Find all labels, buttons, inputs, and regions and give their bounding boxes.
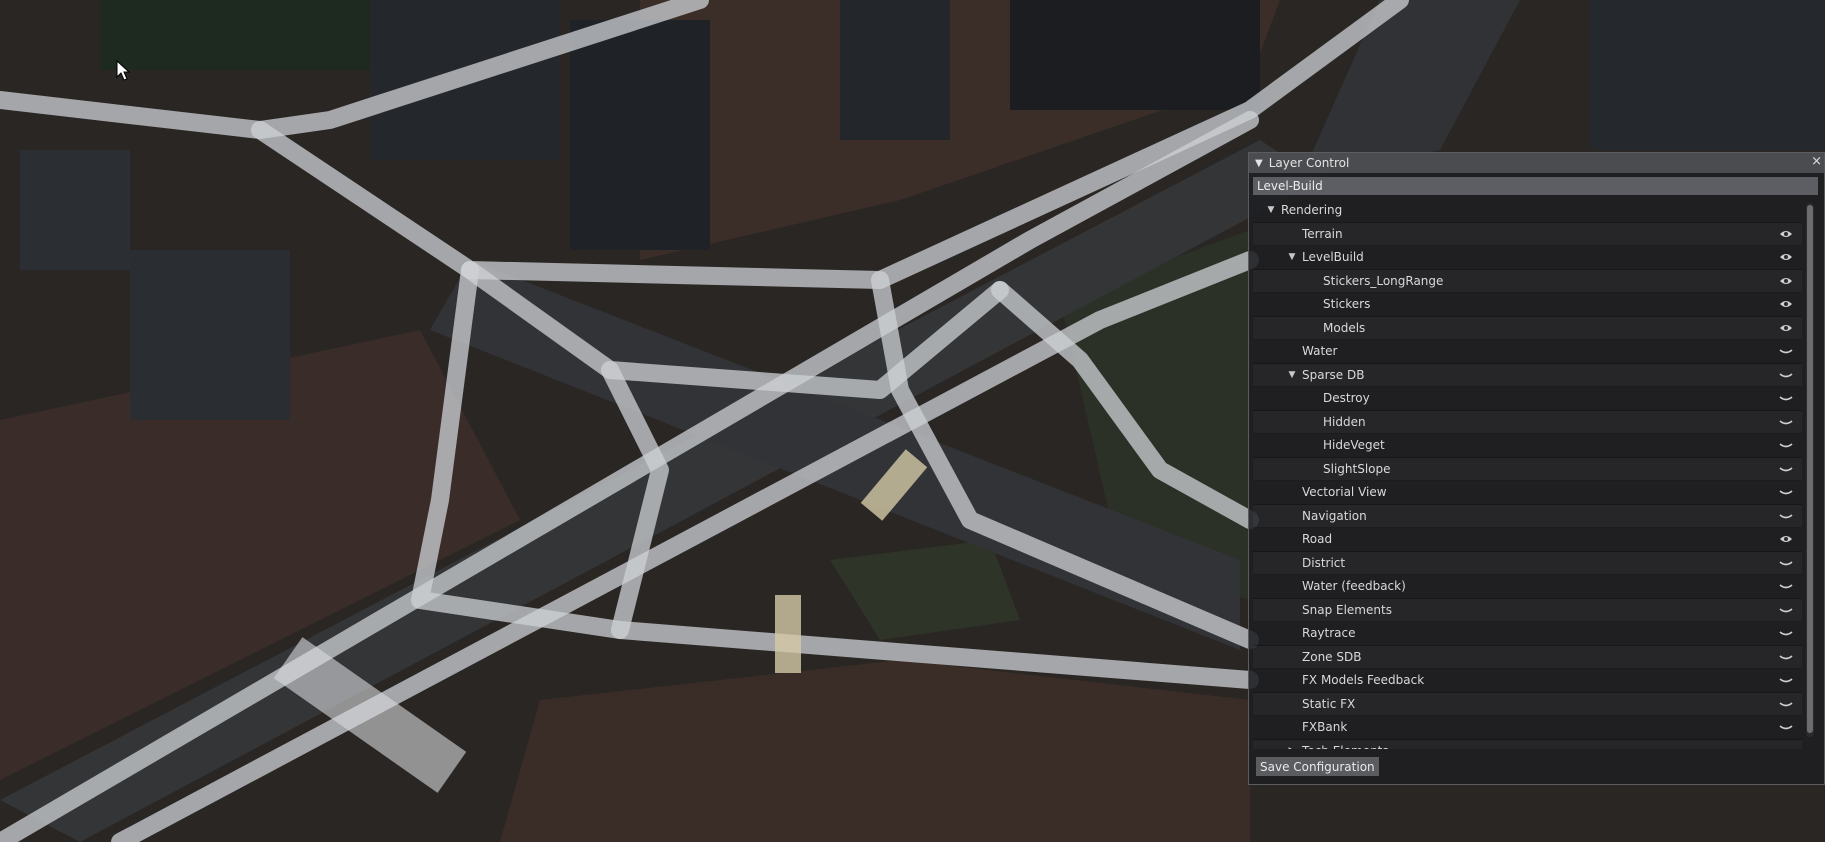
eye-closed-icon[interactable] [1778,745,1794,749]
building [570,20,710,250]
layer-tree-scrollbar[interactable] [1806,203,1814,737]
eye-closed-icon[interactable] [1778,580,1794,592]
eye-open-icon[interactable] [1778,275,1794,287]
layer-label: Sparse DB [1302,367,1365,382]
eye-open-icon[interactable] [1778,251,1794,263]
layer-row-static-fx[interactable]: Static FX [1253,693,1802,716]
layer-row-snap-elements[interactable]: Snap Elements [1253,599,1802,622]
layer-label: Stickers_LongRange [1323,273,1444,288]
panel-title: Layer Control [1268,156,1350,170]
layer-label: Water [1302,344,1338,359]
layer-label: Snap Elements [1302,602,1392,617]
layer-row-vectorial-view[interactable]: Vectorial View [1253,481,1802,505]
save-configuration-button[interactable]: Save Configuration [1256,757,1379,776]
eye-closed-icon[interactable] [1778,416,1794,428]
level-name: Level-Build [1257,179,1323,193]
scrollbar-thumb[interactable] [1807,205,1813,733]
eye-closed-icon[interactable] [1778,674,1794,686]
layer-label: Road [1302,532,1333,547]
layer-row-slightslope[interactable]: SlightSlope [1253,458,1802,481]
tree-cluster [100,0,370,70]
eye-closed-icon[interactable] [1778,439,1794,451]
eye-closed-icon[interactable] [1778,651,1794,663]
mouse-cursor-icon [116,60,131,81]
layer-row-hidden[interactable]: Hidden [1253,411,1802,434]
layer-row-district[interactable]: District [1253,552,1802,575]
layer-row-sparse-db[interactable]: ▼ Sparse DB [1253,364,1802,387]
layer-row-tech-elements[interactable]: ▶ Tech Elements [1253,740,1802,749]
layer-label: FXBank [1302,720,1348,735]
layer-label: Zone SDB [1302,649,1362,664]
layer-label: Stickers [1323,297,1371,312]
building [20,150,130,270]
expanded-arrow-icon[interactable]: ▼ [1286,370,1298,380]
layer-row-terrain[interactable]: Terrain [1253,223,1802,246]
eye-closed-icon[interactable] [1778,698,1794,710]
layer-row-fx-models-feedback[interactable]: FX Models Feedback [1253,669,1802,693]
layer-label: Terrain [1302,226,1343,241]
layer-row-hideveget[interactable]: HideVeget [1253,434,1802,458]
eye-open-icon[interactable] [1778,322,1794,334]
eye-open-icon[interactable] [1778,298,1794,310]
layer-label: Raytrace [1302,626,1356,641]
layer-row-zone-sdb[interactable]: Zone SDB [1253,646,1802,669]
eye-closed-icon[interactable] [1778,557,1794,569]
building [1590,0,1825,150]
layer-row-raytrace[interactable]: Raytrace [1253,622,1802,646]
close-icon[interactable]: × [1811,154,1822,169]
layer-label: Vectorial View [1302,485,1387,500]
level-selector[interactable]: Level-Build [1253,177,1818,195]
eye-closed-icon[interactable] [1778,510,1794,522]
layer-row-rendering[interactable]: ▼ Rendering [1253,199,1802,223]
layer-row-stickers-longrange[interactable]: Stickers_LongRange [1253,270,1802,293]
layer-row-levelbuild[interactable]: ▼ LevelBuild [1253,246,1802,270]
layer-label: Tech Elements [1302,744,1389,749]
layer-row-destroy[interactable]: Destroy [1253,387,1802,411]
eye-closed-icon[interactable] [1778,392,1794,404]
layer-label: Models [1323,320,1366,335]
eye-open-icon[interactable] [1778,533,1794,545]
layer-label: Static FX [1302,696,1356,711]
expanded-arrow-icon[interactable]: ▼ [1265,205,1277,215]
eye-closed-icon[interactable] [1778,369,1794,381]
building [1010,0,1260,110]
layer-label: Destroy [1323,391,1370,406]
collapsed-arrow-icon[interactable]: ▶ [1286,746,1298,749]
layer-label: Water (feedback) [1302,579,1406,594]
layer-row-navigation[interactable]: Navigation [1253,505,1802,528]
layer-row-fxbank[interactable]: FXBank [1253,716,1802,740]
eye-closed-icon[interactable] [1778,345,1794,357]
layer-label: FX Models Feedback [1302,673,1425,688]
layer-row-water[interactable]: Water [1253,340,1802,364]
eye-open-icon[interactable] [1778,228,1794,240]
layer-label: Hidden [1323,414,1366,429]
expanded-arrow-icon[interactable]: ▼ [1286,252,1298,262]
layer-label: HideVeget [1323,438,1385,453]
eye-closed-icon[interactable] [1778,604,1794,616]
layer-label: LevelBuild [1302,250,1364,265]
eye-closed-icon[interactable] [1778,721,1794,733]
layer-row-models[interactable]: Models [1253,317,1802,340]
layer-row-road[interactable]: Road [1253,528,1802,552]
building [840,0,950,140]
layer-control-panel[interactable]: ▼ Layer Control × Level-Build ▼ Rendering… [1248,152,1825,785]
layer-row-water-feedback[interactable]: Water (feedback) [1253,575,1802,599]
layer-label: Rendering [1281,203,1343,218]
panel-titlebar[interactable]: ▼ Layer Control × [1249,153,1824,173]
layer-row-stickers[interactable]: Stickers [1253,293,1802,317]
layer-label: Navigation [1302,508,1367,523]
eye-closed-icon[interactable] [1778,486,1794,498]
building [130,250,290,420]
eye-closed-icon[interactable] [1778,627,1794,639]
collapse-triangle-icon[interactable]: ▼ [1255,158,1263,169]
layer-label: District [1302,555,1346,570]
layer-label: SlightSlope [1323,461,1391,476]
eye-closed-icon[interactable] [1778,463,1794,475]
layer-tree[interactable]: ▼ Rendering Terrain ▼ LevelBuild Stickers_Lon… [1253,199,1802,749]
